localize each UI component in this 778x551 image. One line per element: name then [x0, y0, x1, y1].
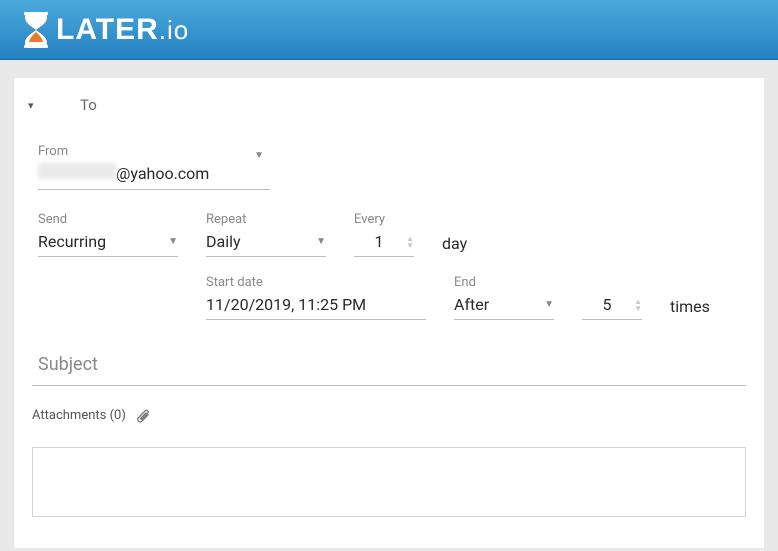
every-field[interactable]: Every 1 ▲ ▼: [354, 212, 414, 257]
from-domain: @yahoo.com: [116, 164, 209, 183]
every-unit: day: [442, 234, 467, 257]
start-date-field[interactable]: Start date 11/20/2019, 11:25 PM: [206, 275, 426, 320]
end-unit: times: [670, 297, 710, 320]
end-count-field[interactable]: 5 ▲ ▼: [582, 275, 642, 320]
brand-logo: LATER.io: [22, 12, 189, 48]
to-row: ▾ To: [14, 96, 764, 114]
brand-text: LATER.io: [56, 13, 189, 47]
to-label: To: [80, 96, 97, 114]
end-field[interactable]: End After ▼: [454, 275, 554, 320]
start-date-label: Start date: [206, 275, 426, 290]
dropdown-caret-icon[interactable]: ▼: [168, 236, 178, 247]
chevron-down-icon[interactable]: ▾: [28, 99, 46, 112]
start-date-value: 11/20/2019, 11:25 PM: [206, 295, 426, 314]
every-value: 1: [354, 232, 404, 251]
message-body-input[interactable]: [32, 447, 746, 517]
from-username-redacted: [38, 163, 116, 179]
attachments-label: Attachments (0): [32, 408, 126, 423]
dropdown-caret-icon[interactable]: ▼: [254, 150, 264, 161]
chevron-down-icon[interactable]: ▼: [634, 305, 642, 312]
every-label: Every: [354, 212, 414, 227]
send-value: Recurring: [38, 232, 160, 251]
send-label: Send: [38, 212, 178, 227]
chevron-down-icon[interactable]: ▼: [406, 242, 414, 249]
subject-placeholder: Subject: [38, 354, 98, 375]
attachments-row: Attachments (0): [14, 386, 764, 423]
paperclip-icon[interactable]: [136, 409, 152, 423]
repeat-label: Repeat: [206, 212, 326, 227]
subject-field[interactable]: Subject: [32, 354, 746, 386]
send-field[interactable]: Send Recurring ▼: [38, 212, 178, 257]
dropdown-caret-icon[interactable]: ▼: [316, 236, 326, 247]
repeat-field[interactable]: Repeat Daily ▼: [206, 212, 326, 257]
spinner-control[interactable]: ▲ ▼: [634, 298, 642, 312]
end-value: After: [454, 295, 536, 314]
from-field[interactable]: ▼ From @yahoo.com: [38, 144, 270, 190]
compose-panel: ▾ To ▼ From @yahoo.com Send Recurring ▼ …: [14, 78, 764, 548]
hourglass-icon: [22, 12, 50, 48]
app-header: LATER.io: [0, 0, 778, 60]
end-count-value: 5: [582, 295, 632, 314]
spinner-control[interactable]: ▲ ▼: [406, 235, 414, 249]
dropdown-caret-icon[interactable]: ▼: [544, 299, 554, 310]
repeat-value: Daily: [206, 232, 308, 251]
end-label: End: [454, 275, 554, 290]
from-label: From: [38, 144, 270, 159]
